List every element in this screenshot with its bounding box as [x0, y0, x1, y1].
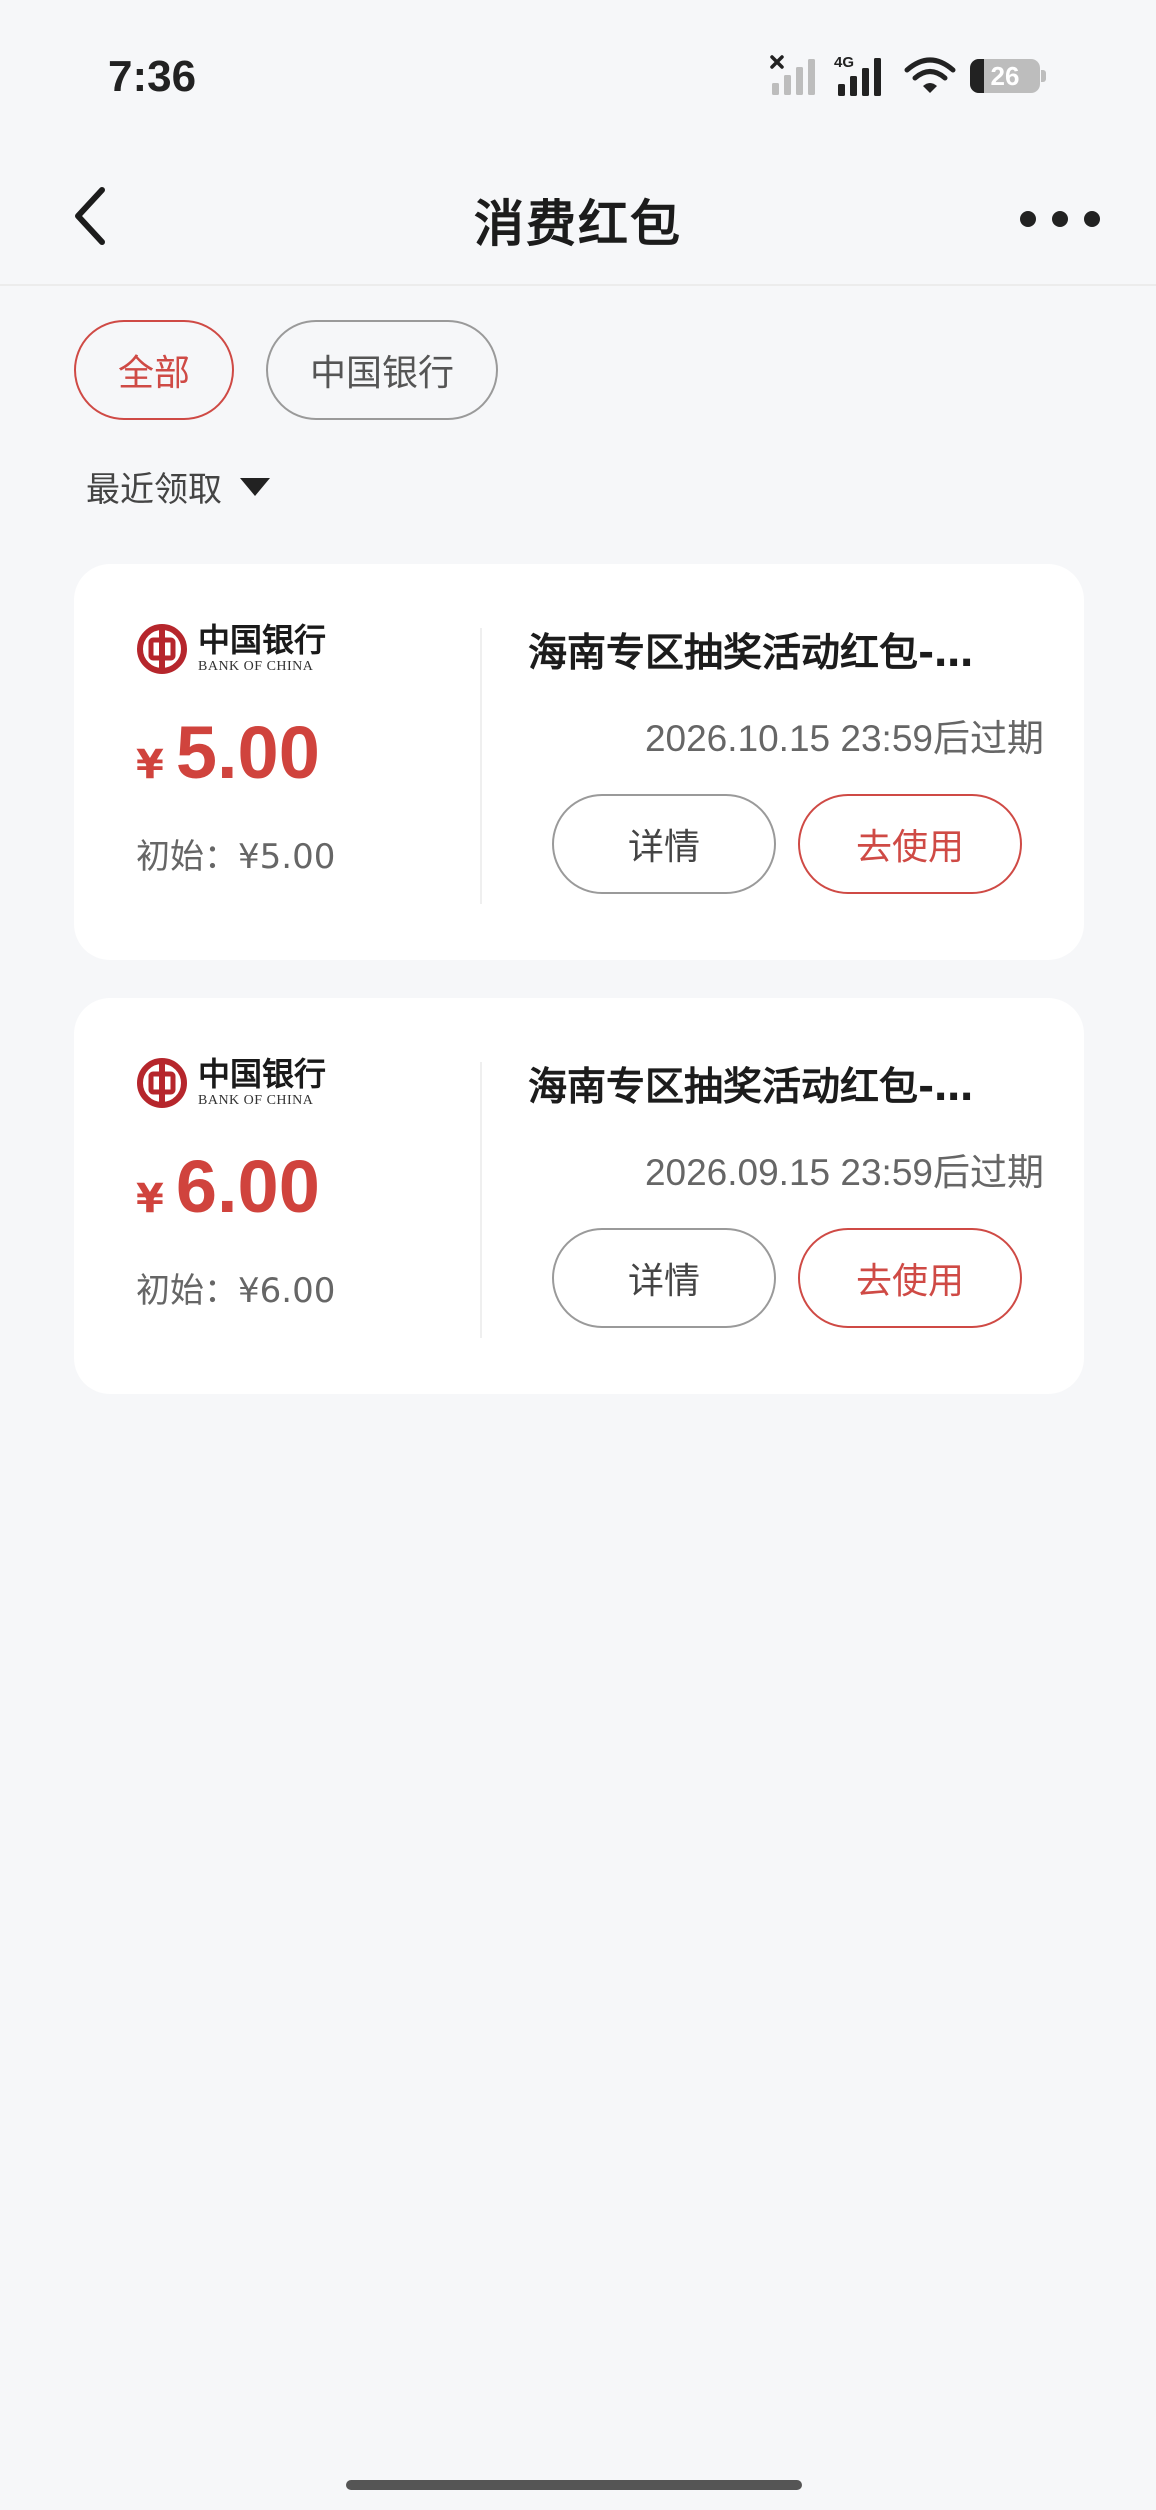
boc-logo: 中国银行 BANK OF CHINA [136, 622, 496, 676]
coupon-amount: ¥ 5.00 [136, 710, 496, 795]
more-button[interactable] [1020, 194, 1100, 244]
detail-button[interactable]: 详情 [552, 1228, 776, 1328]
coupon-title: 海南专区抽奖活动红包-… [528, 631, 974, 676]
chevron-left-icon [75, 187, 105, 245]
boc-logo-en: BANK OF CHINA [198, 659, 314, 674]
coupon-card: 中国银行 BANK OF CHINA ¥ 6.00 初始：¥6.00 海南专区抽… [74, 998, 1084, 1394]
coupon-amount: ¥ 6.00 [136, 1144, 496, 1229]
coupon-title: 海南专区抽奖活动红包-… [528, 1065, 974, 1110]
boc-logo-cn: 中国银行 [198, 1055, 327, 1093]
status-bar: 7:36 4G 26 [0, 0, 1156, 150]
detail-button[interactable]: 详情 [552, 794, 776, 894]
initial-amount: 初始：¥6.00 [136, 1271, 336, 1311]
coupon-list: 中国银行 BANK OF CHINA ¥ 5.00 初始：¥5.00 海南专区抽… [74, 564, 1084, 1432]
status-time: 7:36 [108, 52, 197, 101]
coupon-card: 中国银行 BANK OF CHINA ¥ 5.00 初始：¥5.00 海南专区抽… [74, 564, 1084, 960]
boc-logo-en: BANK OF CHINA [198, 1093, 314, 1108]
network-type-label: 4G [834, 54, 854, 71]
currency-symbol: ¥ [136, 1176, 164, 1222]
coupon-info-section: 海南专区抽奖活动红包-… 2026.09.15 23:59后过期 [528, 1056, 1044, 1196]
amount-value: 5.00 [175, 711, 320, 794]
signal-4g-icon: 4G [834, 54, 881, 96]
battery-icon: 26 [970, 59, 1046, 93]
boc-logo-cn: 中国银行 [198, 621, 327, 659]
card-divider [480, 1062, 482, 1338]
coupon-expiry: 2026.09.15 23:59后过期 [644, 1152, 1044, 1193]
currency-symbol: ¥ [136, 742, 164, 788]
coupon-amount-section: 中国银行 BANK OF CHINA ¥ 6.00 初始：¥6.00 [136, 1056, 496, 1346]
wifi-icon [904, 57, 956, 93]
status-icons: 4G 26 [770, 54, 1046, 98]
boc-emblem-icon [137, 1058, 187, 1108]
page-title: 消费红包 [474, 195, 682, 253]
use-button[interactable]: 去使用 [798, 794, 1022, 894]
use-button[interactable]: 去使用 [798, 1228, 1022, 1328]
coupon-page: 7:36 4G 26 消费红包 全部 中国银行 最近领取 中国银行 BANK O… [0, 0, 1156, 2510]
filter-tab-boc[interactable]: 中国银行 [266, 320, 499, 420]
boc-logo: 中国银行 BANK OF CHINA [136, 1056, 496, 1110]
sort-dropdown[interactable]: 最近领取 [86, 462, 270, 511]
filter-tabs: 全部 中国银行 [74, 320, 499, 420]
no-signal-sim1-icon [770, 55, 815, 95]
filter-tab-all[interactable]: 全部 [74, 320, 235, 420]
battery-level: 26 [990, 60, 1020, 91]
initial-amount: 初始：¥5.00 [136, 837, 336, 877]
boc-emblem-icon [137, 624, 187, 674]
coupon-actions: 详情 去使用 [552, 794, 1022, 894]
back-button[interactable] [58, 184, 122, 248]
card-divider [480, 628, 482, 904]
coupon-actions: 详情 去使用 [552, 1228, 1022, 1328]
home-indicator[interactable] [346, 2480, 802, 2490]
more-dots-icon [1020, 211, 1036, 227]
amount-value: 6.00 [175, 1145, 320, 1228]
coupon-expiry: 2026.10.15 23:59后过期 [644, 718, 1044, 759]
sort-label: 最近领取 [86, 470, 222, 510]
nav-bar: 消费红包 [0, 150, 1156, 286]
caret-down-icon [240, 477, 270, 496]
coupon-info-section: 海南专区抽奖活动红包-… 2026.10.15 23:59后过期 [528, 622, 1044, 762]
coupon-amount-section: 中国银行 BANK OF CHINA ¥ 5.00 初始：¥5.00 [136, 622, 496, 912]
